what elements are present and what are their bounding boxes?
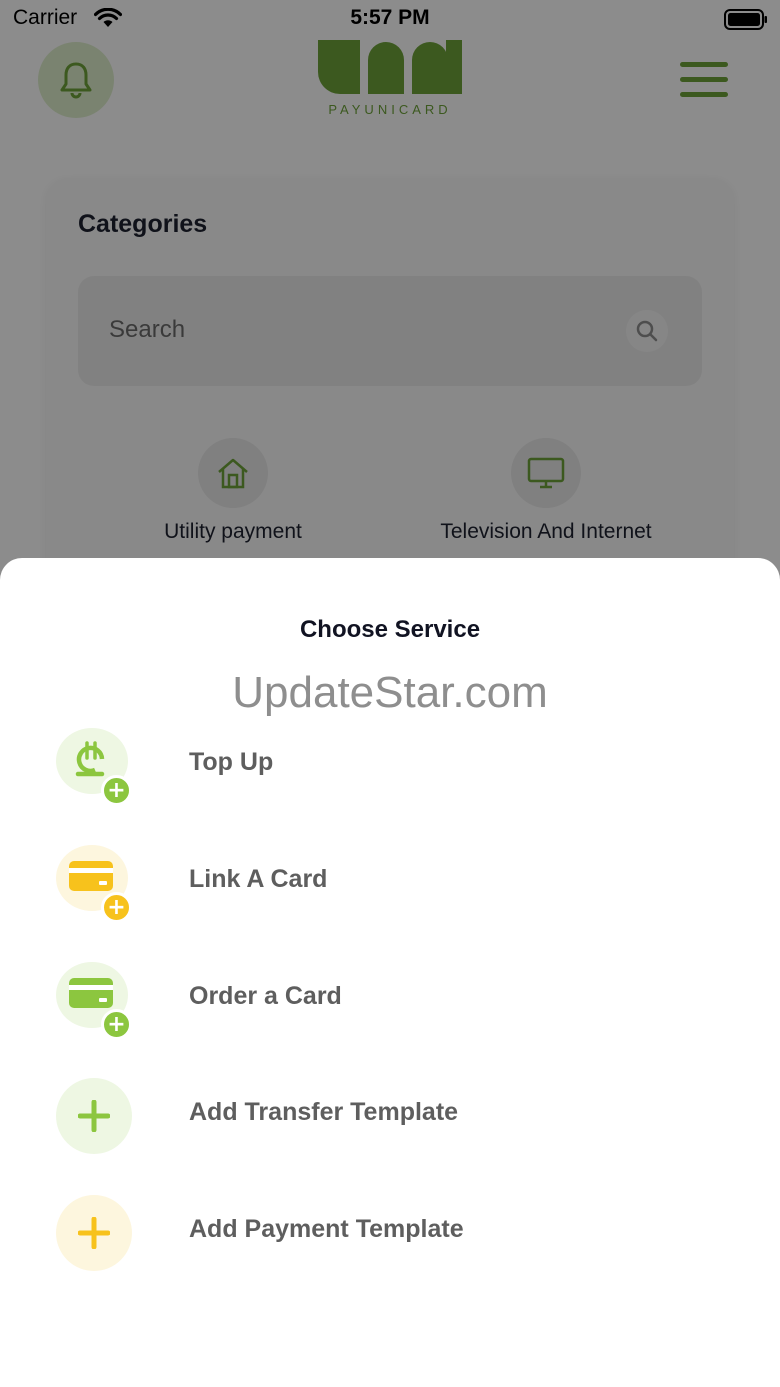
plus-icon: [56, 1195, 132, 1271]
service-label: Add Payment Template: [189, 1215, 464, 1243]
card-plus-icon: +: [56, 962, 132, 1040]
plus-icon: [56, 1078, 132, 1154]
service-link-a-card[interactable]: + Link A Card: [56, 845, 736, 925]
service-label: Add Transfer Template: [189, 1098, 459, 1126]
watermark: UpdateStar.com: [232, 668, 548, 717]
card-plus-icon: +: [56, 845, 132, 923]
service-add-transfer-template[interactable]: Add Transfer Template: [56, 1078, 736, 1158]
lari-plus-icon: +: [56, 728, 132, 806]
choose-service-sheet: Choose Service UpdateStar.com + Top Up +: [0, 558, 780, 1387]
service-top-up[interactable]: + Top Up: [56, 728, 736, 808]
service-add-payment-template[interactable]: Add Payment Template: [56, 1195, 736, 1275]
service-label: Link A Card: [189, 865, 328, 893]
service-label: Top Up: [189, 748, 274, 776]
service-order-a-card[interactable]: + Order a Card: [56, 962, 736, 1042]
service-label: Order a Card: [189, 982, 342, 1010]
sheet-title: Choose Service: [299, 616, 481, 643]
